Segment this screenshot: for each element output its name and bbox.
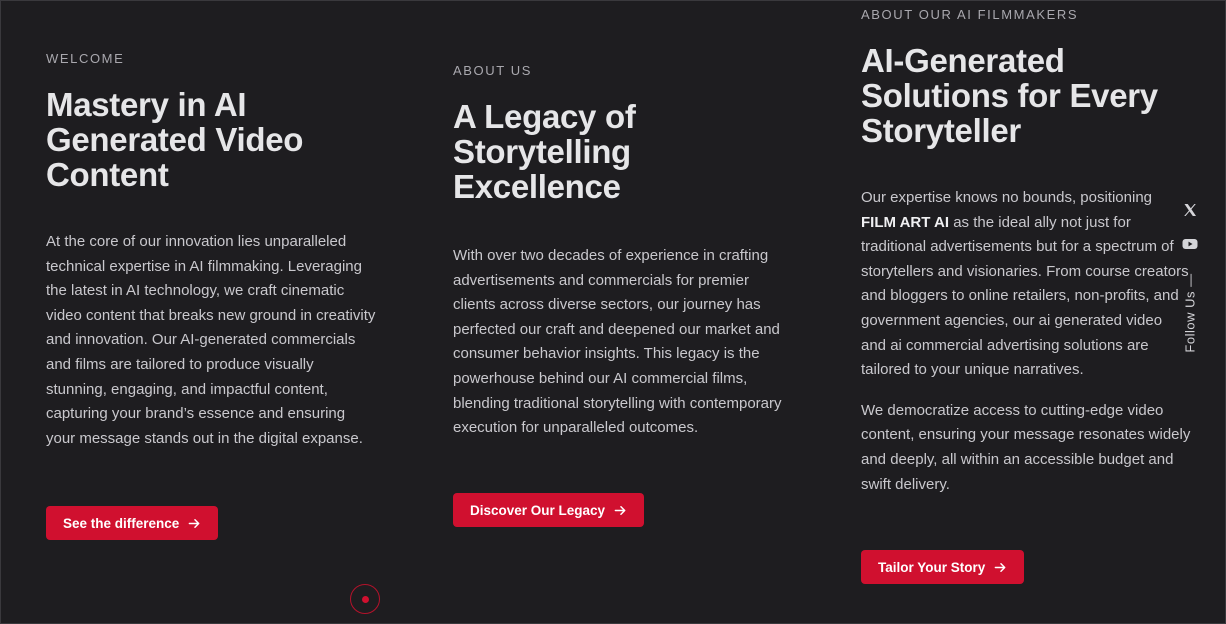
ai-filmmakers-section: ABOUT OUR AI FILMMAKERS AI-Generated Sol… — [861, 8, 1191, 497]
ai-filmmakers-paragraph-lead: Our expertise knows no bounds, positioni… — [861, 189, 1153, 206]
see-the-difference-label: See the difference — [63, 515, 180, 531]
welcome-heading-line-3: Content — [46, 156, 169, 193]
about-us-eyebrow: ABOUT US — [453, 63, 533, 78]
about-us-heading-line-2: Storytelling — [453, 133, 631, 170]
ai-filmmakers-eyebrow: ABOUT OUR AI FILMMAKERS — [861, 7, 1079, 22]
ai-filmmakers-paragraph-rest: as the ideal ally not just for tradition… — [861, 213, 1189, 379]
ai-filmmakers-heading-line-2: Solutions for Every — [861, 77, 1158, 114]
youtube-icon[interactable] — [1182, 236, 1198, 252]
welcome-heading-line-2: Generated Video — [46, 121, 304, 158]
tailor-your-story-button[interactable]: Tailor Your Story — [861, 550, 1025, 584]
see-the-difference-button[interactable]: See the difference — [46, 506, 219, 540]
arrow-right-icon — [614, 505, 626, 515]
discover-our-legacy-label: Discover Our Legacy — [470, 502, 606, 518]
scroll-indicator[interactable] — [350, 584, 380, 614]
ai-filmmakers-paragraph: Our expertise knows no bounds, positioni… — [861, 186, 1191, 383]
about-us-heading-line-1: A Legacy of — [453, 98, 636, 135]
welcome-section: WELCOME Mastery in AI Generated Video Co… — [46, 52, 376, 451]
follow-us-label: Follow Us — — [1182, 273, 1198, 353]
ai-filmmakers-paragraph-2: We democratize access to cutting-edge vi… — [861, 401, 1191, 493]
social-rail — [1174, 196, 1206, 252]
tailor-your-story-label: Tailor Your Story — [878, 559, 986, 575]
welcome-heading-line-1: Mastery in AI — [46, 86, 247, 123]
welcome-heading: Mastery in AI Generated Video Content — [46, 87, 376, 192]
x-icon[interactable] — [1182, 202, 1198, 218]
welcome-eyebrow: WELCOME — [46, 51, 125, 66]
ai-filmmakers-heading-line-1: AI-Generated — [861, 42, 1065, 79]
ai-filmmakers-heading-line-3: Storyteller — [861, 112, 1021, 149]
discover-our-legacy-button[interactable]: Discover Our Legacy — [453, 493, 645, 527]
about-us-section: ABOUT US A Legacy of Storytelling Excell… — [453, 64, 783, 441]
about-us-paragraph: With over two decades of experience in c… — [453, 247, 782, 437]
about-us-heading-line-3: Excellence — [453, 168, 621, 205]
follow-us: Follow Us — — [1176, 268, 1204, 358]
ai-filmmakers-heading: AI-Generated Solutions for Every Storyte… — [861, 43, 1191, 148]
brand-name: FILM ART AI — [861, 213, 950, 231]
welcome-paragraph: At the core of our innovation lies unpar… — [46, 233, 376, 447]
arrow-right-icon — [188, 518, 200, 528]
arrow-right-icon — [994, 562, 1006, 572]
about-us-heading: A Legacy of Storytelling Excellence — [453, 99, 783, 204]
